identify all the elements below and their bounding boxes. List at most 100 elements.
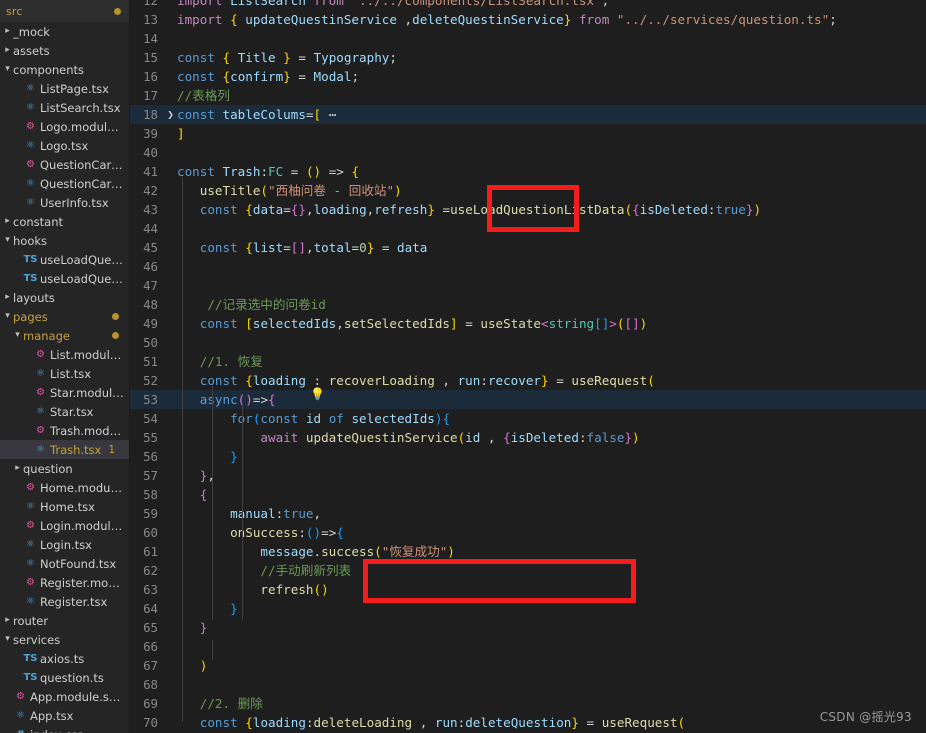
- explorer-item-listpage-tsx[interactable]: ⚛ ListPage.tsx: [0, 79, 129, 98]
- code-line[interactable]: 65 }: [130, 618, 926, 637]
- explorer-item-router[interactable]: ▸ router: [0, 611, 129, 630]
- code-line[interactable]: 46: [130, 257, 926, 276]
- code-line[interactable]: 54 for(const id of selectedIds){: [130, 409, 926, 428]
- explorer-item-app-tsx[interactable]: ⚛ App.tsx: [0, 706, 129, 725]
- chevron-right-icon[interactable]: ▸: [2, 616, 13, 625]
- lightbulb-icon[interactable]: 💡: [310, 387, 325, 401]
- explorer-item-register-module-s-[interactable]: ⚙ Register.module.s...: [0, 573, 129, 592]
- explorer-item-questioncard-mo-[interactable]: ⚙ QuestionCard.mo...: [0, 155, 129, 174]
- code-line[interactable]: 51 //1. 恢复: [130, 352, 926, 371]
- code-line[interactable]: 60 onSuccess:()=>{: [130, 523, 926, 542]
- chevron-right-icon[interactable]: ▸: [12, 464, 23, 473]
- code-line[interactable]: 41 const Trash:FC = () => {: [130, 162, 926, 181]
- code-line[interactable]: 43 const {data={},loading,refresh} =useL…: [130, 200, 926, 219]
- code-line[interactable]: 70 const {loading:deleteLoading , run:de…: [130, 713, 926, 732]
- chevron-down-icon[interactable]: ▾: [12, 331, 23, 340]
- code-line[interactable]: 64 }: [130, 599, 926, 618]
- explorer-item-question-ts[interactable]: TS question.ts: [0, 668, 129, 687]
- explorer-item-star-module-scss[interactable]: ⚙ Star.module.scss: [0, 383, 129, 402]
- code-lines-container[interactable]: 12 import ListSearch from "../../componen…: [130, 0, 926, 732]
- code-line[interactable]: 49 const [selectedIds,setSelectedIds] = …: [130, 314, 926, 333]
- explorer-item-services[interactable]: ▾ services: [0, 630, 129, 649]
- code-line[interactable]: 58 {: [130, 485, 926, 504]
- explorer-item-constant[interactable]: ▸ constant: [0, 212, 129, 231]
- explorer-item-logo-tsx[interactable]: ⚛ Logo.tsx: [0, 136, 129, 155]
- code-line[interactable]: 12 import ListSearch from "../../componen…: [130, 0, 926, 10]
- explorer-item-register-tsx[interactable]: ⚛ Register.tsx: [0, 592, 129, 611]
- code-line[interactable]: 40: [130, 143, 926, 162]
- code-line[interactable]: 55 await updateQuestinService(id , {isDe…: [130, 428, 926, 447]
- explorer-item-star-tsx[interactable]: ⚛ Star.tsx: [0, 402, 129, 421]
- explorer-item-hooks[interactable]: ▾ hooks: [0, 231, 129, 250]
- file-tree[interactable]: ▸ _mock ▸ assets ▾ components ⚛ ListPage.tsx ⚛ Li…: [0, 22, 129, 733]
- code-line[interactable]: 67 ): [130, 656, 926, 675]
- code-line[interactable]: 39]: [130, 124, 926, 143]
- code-line[interactable]: 69 //2. 删除: [130, 694, 926, 713]
- explorer-item-logo-module-scss[interactable]: ⚙ Logo.module.scss: [0, 117, 129, 136]
- chevron-right-icon[interactable]: ▸: [2, 27, 13, 36]
- explorer-item--mock[interactable]: ▸ _mock: [0, 22, 129, 41]
- explorer-item-listsearch-tsx[interactable]: ⚛ ListSearch.tsx: [0, 98, 129, 117]
- explorer-item-layouts[interactable]: ▸ layouts: [0, 288, 129, 307]
- code-line[interactable]: 47: [130, 276, 926, 295]
- code-line[interactable]: 15 const { Title } = Typography;: [130, 48, 926, 67]
- fold-chevron-right-icon[interactable]: ❯: [164, 105, 177, 124]
- explorer-item-trash-module-scss[interactable]: ⚙ Trash.module.scss: [0, 421, 129, 440]
- code-line[interactable]: 48 //记录选中的问卷id: [130, 295, 926, 314]
- code-line[interactable]: 66: [130, 637, 926, 656]
- chevron-right-icon[interactable]: ▸: [2, 293, 13, 302]
- explorer-item-login-tsx[interactable]: ⚛ Login.tsx: [0, 535, 129, 554]
- file-explorer-sidebar[interactable]: src ▸ _mock ▸ assets ▾ components ⚛ ListPage.ts…: [0, 0, 130, 733]
- explorer-item-list-module-scss[interactable]: ⚙ List.module.scss: [0, 345, 129, 364]
- explorer-item-userinfo-tsx[interactable]: ⚛ UserInfo.tsx: [0, 193, 129, 212]
- code-line[interactable]: 57 },: [130, 466, 926, 485]
- explorer-item-label: axios.ts: [40, 651, 85, 666]
- code-line[interactable]: 44: [130, 219, 926, 238]
- code-line[interactable]: 68: [130, 675, 926, 694]
- code-line[interactable]: 45 const {list=[],total=0} = data: [130, 238, 926, 257]
- chevron-right-icon[interactable]: ▸: [2, 217, 13, 226]
- fold-gutter-spacer: [164, 48, 177, 67]
- explorer-item-home-module-scss[interactable]: ⚙ Home.module.scss: [0, 478, 129, 497]
- code-line[interactable]: 17 //表格列: [130, 86, 926, 105]
- explorer-item-label: question.ts: [40, 670, 104, 685]
- code-line[interactable]: 13 import { updateQuestinService ,deleteQ…: [130, 10, 926, 29]
- explorer-item-trash-tsx[interactable]: ⚛ Trash.tsx 1: [0, 440, 129, 459]
- explorer-item-components[interactable]: ▾ components: [0, 60, 129, 79]
- code-editor[interactable]: 12 import ListSearch from "../../componen…: [130, 0, 926, 733]
- chevron-down-icon[interactable]: ▾: [2, 635, 13, 644]
- explorer-item-useloadquestion-[interactable]: TSuseLoadQuestion...: [0, 250, 129, 269]
- code-line[interactable]: 62 //手动刷新列表: [130, 561, 926, 580]
- code-line[interactable]: 59 manual:true,: [130, 504, 926, 523]
- code-line[interactable]: 52 const {loading : recoverLoading , run…: [130, 371, 926, 390]
- explorer-item-axios-ts[interactable]: TS axios.ts: [0, 649, 129, 668]
- code-line[interactable]: 18 ❯ const tableColums=[ ⋯: [130, 105, 926, 124]
- explorer-item-assets[interactable]: ▸ assets: [0, 41, 129, 60]
- explorer-item-pages[interactable]: ▾ pages: [0, 307, 129, 326]
- explorer-item-app-module-scss[interactable]: ⚙ App.module.scss: [0, 687, 129, 706]
- chevron-down-icon[interactable]: ▾: [2, 65, 13, 74]
- explorer-item-home-tsx[interactable]: ⚛ Home.tsx: [0, 497, 129, 516]
- explorer-item-login-module-scss[interactable]: ⚙ Login.module.scss: [0, 516, 129, 535]
- explorer-item-index-css[interactable]: #index.css: [0, 725, 129, 733]
- line-number: 62: [143, 563, 158, 578]
- code-line[interactable]: 50: [130, 333, 926, 352]
- chevron-right-icon[interactable]: ▸: [2, 46, 13, 55]
- explorer-item-list-tsx[interactable]: ⚛ List.tsx: [0, 364, 129, 383]
- code-line[interactable]: 14: [130, 29, 926, 48]
- code-line[interactable]: 61 message.success("恢复成功"): [130, 542, 926, 561]
- chevron-down-icon[interactable]: ▾: [2, 236, 13, 245]
- code-text: const {data={},loading,refresh} =useLoad…: [199, 202, 762, 217]
- code-line[interactable]: 42 useTitle("西柚问卷 - 回收站"): [130, 181, 926, 200]
- explorer-item-useloadquestion-[interactable]: TSuseLoadQuestion...: [0, 269, 129, 288]
- explorer-item-question[interactable]: ▸ question: [0, 459, 129, 478]
- explorer-item-manage[interactable]: ▾ manage: [0, 326, 129, 345]
- code-line[interactable]: 63 refresh(): [130, 580, 926, 599]
- explorer-item-notfound-tsx[interactable]: ⚛ NotFound.tsx: [0, 554, 129, 573]
- chevron-down-icon[interactable]: ▾: [2, 312, 13, 321]
- code-line[interactable]: 16 const {confirm} = Modal;: [130, 67, 926, 86]
- explorer-item-label: List.module.scss: [50, 347, 125, 362]
- code-line[interactable]: 56 }: [130, 447, 926, 466]
- code-line[interactable]: 53 async()=>{: [130, 390, 926, 409]
- explorer-item-questioncard-tsx[interactable]: ⚛ QuestionCard.tsx: [0, 174, 129, 193]
